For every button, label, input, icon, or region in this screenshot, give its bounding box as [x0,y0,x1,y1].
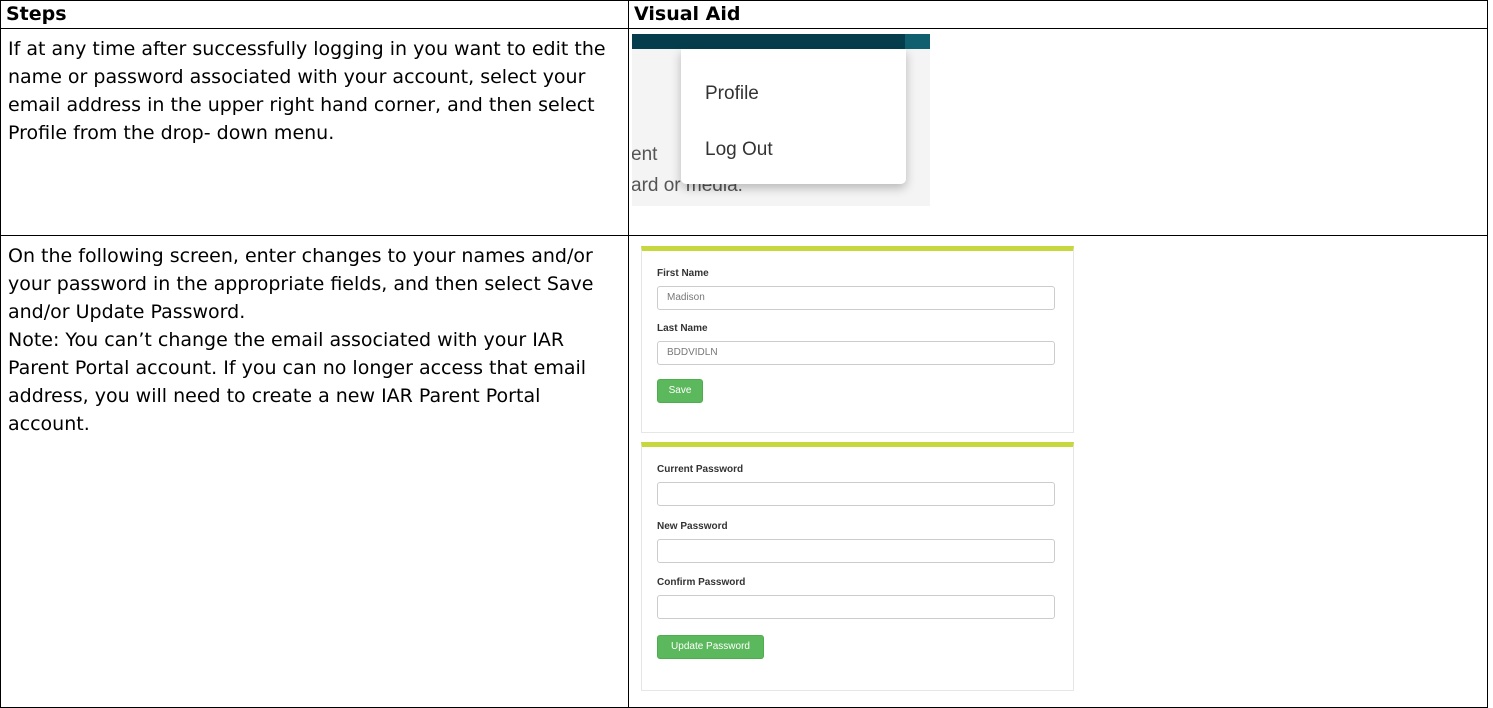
steps-column-header: Steps [0,0,629,29]
update-password-button[interactable]: Update Password [657,635,764,659]
profile-form-screenshot: First Name Madison Last Name BDDVIDLN Sa… [641,246,1074,691]
confirm-password-label: Confirm Password [657,577,746,588]
step-text: If at any time after successfully loggin… [8,38,606,144]
first-name-label: First Name [657,268,709,279]
background-text-fragment: ent [632,144,658,165]
note-text: Note: You can’t change the email associa… [8,329,587,435]
account-dropdown-menu: Profile Log Out [681,49,906,184]
last-name-input[interactable]: BDDVIDLN [657,341,1055,365]
step-text: On the following screen, enter changes t… [8,245,594,323]
table-row: If at any time after successfully loggin… [0,28,1488,236]
step-cell: If at any time after successfully loggin… [0,28,629,236]
visual-aid-cell: ent ard or media. Profile Log Out [628,28,1488,236]
visual-aid-cell: First Name Madison Last Name BDDVIDLN Sa… [628,235,1488,708]
table-header-row: Steps Visual Aid [0,0,1488,29]
last-name-label: Last Name [657,323,708,334]
current-password-label: Current Password [657,464,744,475]
visual-aid-column-header: Visual Aid [628,0,1488,29]
step-cell: On the following screen, enter changes t… [0,235,629,708]
header-bar-accent [905,34,930,49]
dropdown-menu-screenshot: ent ard or media. Profile Log Out [632,34,930,206]
new-password-label: New Password [657,521,728,532]
steps-table: Steps Visual Aid If at any time after su… [0,0,1488,708]
new-password-input[interactable] [657,539,1055,563]
app-header-bar [632,34,930,49]
name-panel: First Name Madison Last Name BDDVIDLN Sa… [641,246,1074,433]
table-row: On the following screen, enter changes t… [0,235,1488,708]
current-password-input[interactable] [657,482,1055,506]
menu-item-log-out[interactable]: Log Out [705,139,773,161]
first-name-input[interactable]: Madison [657,286,1055,310]
password-panel: Current Password New Password Confirm Pa… [641,442,1074,691]
menu-item-profile[interactable]: Profile [705,83,759,105]
confirm-password-input[interactable] [657,595,1055,619]
save-button[interactable]: Save [657,379,703,403]
